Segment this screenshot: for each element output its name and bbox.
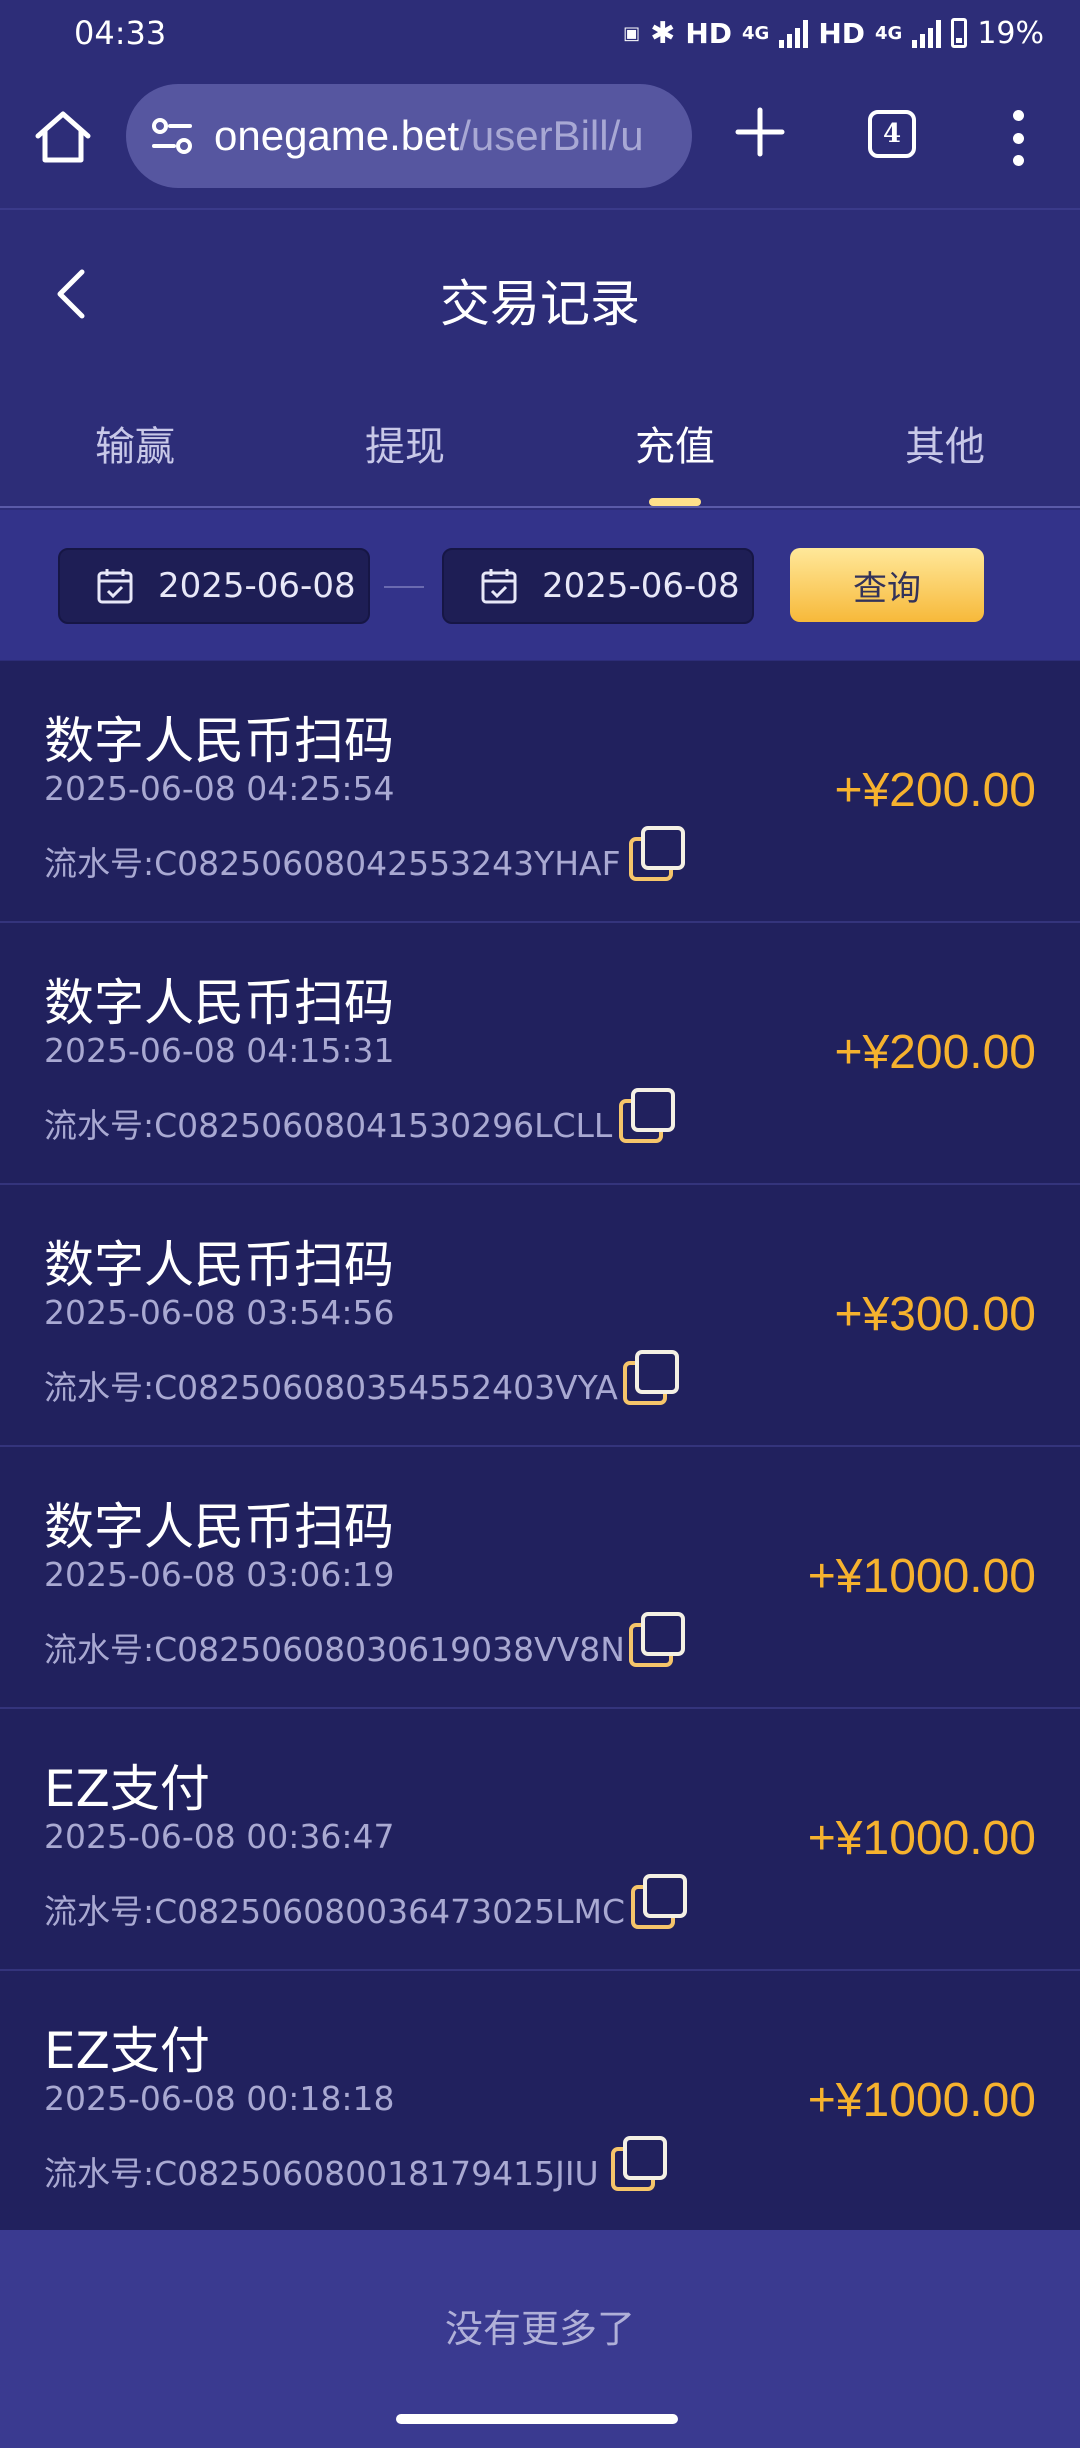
battery-icon [951, 18, 968, 48]
query-button[interactable]: 查询 [790, 548, 984, 622]
auto-brightness-icon: ▣ [623, 22, 641, 44]
list-item: 数字人民币扫码 2025-06-08 04:15:31 流水号:C0825060… [0, 923, 1080, 1185]
list-item: EZ支付 2025-06-08 00:18:18 流水号:C0825060800… [0, 1971, 1080, 2239]
record-serial: 流水号:C082506080018179415JIU [44, 2154, 599, 2193]
no-more-text: 没有更多了 [444, 2307, 635, 2351]
transaction-list: 数字人民币扫码 2025-06-08 04:25:54 流水号:C0825060… [0, 661, 1080, 2239]
record-serial: 流水号:C08250608042553243YHAF [44, 844, 621, 883]
status-icons: ▣ ✱ HD 4G HD 4G 19% [623, 16, 1044, 51]
page-header: 交易记录 [0, 212, 1080, 378]
signal-2-icon [912, 18, 942, 48]
list-item: 数字人民币扫码 2025-06-08 03:06:19 流水号:C0825060… [0, 1447, 1080, 1709]
copy-icon[interactable] [618, 1087, 676, 1145]
bluetooth-icon: ✱ [650, 15, 676, 51]
calendar-icon [481, 569, 517, 604]
tab-switcher-button[interactable]: 4 [868, 110, 916, 158]
list-footer: 没有更多了 [0, 2230, 1080, 2448]
url-path: /userBill/u [459, 112, 644, 159]
tab-other[interactable]: 其他 [810, 378, 1080, 506]
record-amount: +¥200.00 [834, 764, 1036, 817]
record-amount: +¥1000.00 [807, 1550, 1036, 1603]
copy-icon[interactable] [630, 1873, 688, 1931]
record-amount: +¥1000.00 [807, 1812, 1036, 1865]
record-amount: +¥200.00 [834, 1026, 1036, 1079]
url-domain: onegame.bet [214, 112, 460, 159]
record-serial: 流水号:C082506080036473025LMC [44, 1892, 625, 1931]
record-serial: 流水号:C082506080354552403VYA [44, 1368, 618, 1407]
status-bar: 04:33 ▣ ✱ HD 4G HD 4G 19% [0, 0, 1080, 66]
list-item: 数字人民币扫码 2025-06-08 04:25:54 流水号:C0825060… [0, 661, 1080, 923]
battery-level: 19% [977, 15, 1044, 51]
tab-withdraw[interactable]: 提现 [270, 378, 540, 506]
copy-icon[interactable] [610, 2135, 668, 2193]
home-icon[interactable] [32, 106, 94, 168]
status-net-1: 4G [742, 22, 770, 44]
copy-icon[interactable] [628, 1611, 686, 1669]
record-amount: +¥1000.00 [807, 2074, 1036, 2127]
record-time: 2025-06-08 03:06:19 [44, 1555, 395, 1594]
status-hd-1: HD [685, 16, 732, 50]
calendar-icon [97, 569, 133, 604]
record-time: 2025-06-08 00:18:18 [44, 2079, 395, 2118]
home-indicator[interactable] [396, 2414, 678, 2424]
record-amount: +¥300.00 [834, 1288, 1036, 1341]
record-title: 数字人民币扫码 [44, 712, 394, 770]
date-filter-bar: 2025-06-08 2025-06-08 查询 [0, 510, 1080, 660]
tab-bar: 输赢 提现 充值 其他 [0, 378, 1080, 508]
end-date-picker[interactable]: 2025-06-08 [442, 548, 754, 624]
date-range-separator [384, 586, 424, 588]
page-title: 交易记录 [440, 275, 640, 333]
signal-1-icon [779, 18, 809, 48]
status-time: 04:33 [74, 14, 167, 52]
copy-icon[interactable] [622, 1349, 680, 1407]
record-time: 2025-06-08 04:15:31 [44, 1031, 395, 1070]
site-settings-icon[interactable] [148, 112, 196, 160]
record-title: 数字人民币扫码 [44, 1236, 394, 1294]
record-serial: 流水号:C08250608041530296LCLL [44, 1106, 613, 1145]
record-serial: 流水号:C08250608030619038VV8N [44, 1630, 625, 1669]
copy-icon[interactable] [628, 825, 686, 883]
status-net-2: 4G [875, 22, 903, 44]
new-tab-icon[interactable] [730, 102, 790, 162]
record-title: EZ支付 [44, 1760, 210, 1818]
status-hd-2: HD [818, 16, 865, 50]
start-date-value: 2025-06-08 [158, 566, 356, 606]
end-date-value: 2025-06-08 [542, 566, 740, 606]
url-text[interactable]: onegame.bet/userBill/u [214, 112, 644, 160]
start-date-picker[interactable]: 2025-06-08 [58, 548, 370, 624]
record-title: 数字人民币扫码 [44, 1498, 394, 1556]
record-title: EZ支付 [44, 2022, 210, 2080]
address-bar[interactable]: onegame.bet/userBill/u [126, 84, 692, 188]
more-menu-icon[interactable] [1000, 110, 1036, 166]
list-item: EZ支付 2025-06-08 00:36:47 流水号:C0825060800… [0, 1709, 1080, 1971]
list-item: 数字人民币扫码 2025-06-08 03:54:56 流水号:C0825060… [0, 1185, 1080, 1447]
record-time: 2025-06-08 03:54:56 [44, 1293, 395, 1332]
record-time: 2025-06-08 04:25:54 [44, 769, 395, 808]
browser-toolbar: onegame.bet/userBill/u 4 [0, 66, 1080, 210]
record-time: 2025-06-08 00:36:47 [44, 1817, 395, 1856]
record-title: 数字人民币扫码 [44, 974, 394, 1032]
tab-win-loss[interactable]: 输赢 [0, 378, 270, 506]
tab-deposit[interactable]: 充值 [540, 378, 810, 506]
